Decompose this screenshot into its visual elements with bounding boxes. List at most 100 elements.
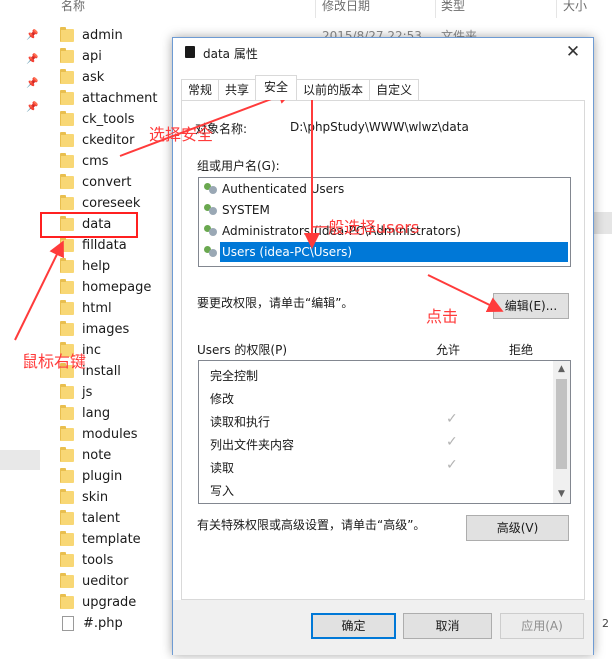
file-name: lang (82, 406, 111, 421)
column-divider (315, 0, 316, 18)
group-item[interactable]: Authenticated Users (203, 179, 344, 199)
tab-sharing[interactable]: 共享 (218, 79, 257, 100)
folder-icon (60, 153, 74, 168)
pin-icon[interactable]: 📌 (26, 54, 38, 66)
file-name: help (82, 259, 111, 274)
folder-icon (60, 27, 74, 42)
deny-column-header: 拒绝 (509, 343, 534, 357)
folder-icon (60, 237, 74, 252)
pin-icon[interactable]: 📌 (26, 78, 38, 90)
group-name: Authenticated Users (222, 182, 345, 196)
tab-security[interactable]: 安全 (255, 75, 298, 100)
file-name: skin (82, 490, 109, 505)
close-button[interactable]: ✕ (561, 41, 585, 63)
users-icon (203, 203, 219, 217)
scroll-thumb[interactable] (556, 379, 567, 469)
group-name: SYSTEM (222, 203, 270, 217)
file-name: upgrade (82, 595, 137, 610)
file-name: attachment (82, 91, 158, 106)
ok-button[interactable]: 确定 (311, 613, 396, 639)
change-permissions-note: 要更改权限，请单击“编辑”。 (197, 296, 354, 310)
folder-icon (60, 447, 74, 462)
file-name: note (82, 448, 112, 463)
tab-bar: 常规 共享 安全 以前的版本 自定义 (181, 75, 420, 101)
file-name: images (82, 322, 130, 337)
folder-icon (60, 174, 74, 189)
file-name: api (82, 49, 102, 64)
file-name: coreseek (82, 196, 141, 211)
pin-icon[interactable]: 📌 (26, 102, 38, 114)
highlight-box-data-folder (40, 212, 138, 238)
annotation-right-click: 鼠标右键 (22, 352, 87, 371)
folder-icon (60, 489, 74, 504)
file-name: ask (82, 70, 105, 85)
folder-icon (60, 279, 74, 294)
group-item[interactable]: SYSTEM (203, 200, 270, 220)
folder-icon (60, 531, 74, 546)
permission-name: 列出文件夹内容 (210, 438, 295, 452)
file-name: homepage (82, 280, 152, 295)
folder-icon (60, 111, 74, 126)
column-modified-header[interactable]: 修改日期 (322, 0, 370, 14)
column-type-header[interactable]: 类型 (441, 0, 465, 14)
file-name: talent (82, 511, 121, 526)
permission-scrollbar[interactable]: ▲ ▼ (553, 361, 570, 503)
folder-icon (185, 46, 195, 58)
file-name: #.php (83, 616, 123, 631)
group-list-label: 组或用户名(G): (197, 159, 280, 173)
tab-general[interactable]: 常规 (181, 79, 220, 100)
annotation-select-security: 选择安全 (149, 125, 214, 144)
file-name: tools (82, 553, 114, 568)
folder-icon (60, 552, 74, 567)
scroll-up-icon[interactable]: ▲ (553, 361, 570, 378)
folder-icon (60, 48, 74, 63)
folder-icon (60, 510, 74, 525)
file-name: modules (82, 427, 138, 442)
folder-icon (60, 321, 74, 336)
close-icon: ✕ (565, 42, 581, 62)
folder-icon (60, 384, 74, 399)
file-name: admin (82, 28, 123, 43)
dialog-title-bar[interactable]: data 属性 ✕ (173, 38, 593, 68)
allow-column-header: 允许 (436, 343, 461, 357)
allow-check-icon: ✓ (446, 434, 458, 450)
file-name: js (82, 385, 93, 400)
folder-icon (60, 573, 74, 588)
folder-icon (60, 405, 74, 420)
allow-check-icon: ✓ (446, 411, 458, 427)
permissions-label: Users 的权限(P) (197, 343, 288, 357)
permission-list[interactable]: 完全控制 修改 读取和执行 ✓ 列出文件夹内容 ✓ 读取 ✓ 写入 ▲ ▼ (198, 360, 571, 504)
apply-button[interactable]: 应用(A) (500, 613, 584, 639)
file-name: cms (82, 154, 109, 169)
column-size-header[interactable]: 大小 (563, 0, 587, 14)
column-name-header[interactable]: 名称 (61, 0, 85, 14)
nav-pane-selection (0, 450, 40, 470)
group-item-selected[interactable]: Users (idea-PC\Users) (203, 242, 568, 262)
folder-icon (60, 594, 74, 609)
pin-icon[interactable]: 📌 (26, 30, 38, 42)
permission-name: 写入 (210, 484, 235, 498)
permission-name: 读取和执行 (210, 415, 271, 429)
cancel-button[interactable]: 取消 (403, 613, 492, 639)
edit-button[interactable]: 编辑(E)... (493, 293, 569, 319)
tab-previous-versions[interactable]: 以前的版本 (296, 79, 371, 100)
folder-icon (60, 258, 74, 273)
file-icon (62, 616, 74, 631)
users-icon (203, 245, 219, 259)
folder-icon (60, 426, 74, 441)
file-name: convert (82, 175, 132, 190)
group-name: Users (idea-PC\Users) (222, 245, 353, 259)
file-name: ck_tools (82, 112, 135, 127)
annotation-click: 点击 (426, 307, 459, 326)
permission-name: 完全控制 (210, 369, 259, 383)
advanced-note: 有关特殊权限或高级设置，请单击“高级”。 (197, 518, 426, 532)
users-icon (203, 224, 219, 238)
permission-name: 修改 (210, 392, 235, 406)
scroll-down-icon[interactable]: ▼ (553, 486, 570, 503)
tab-customize[interactable]: 自定义 (369, 79, 420, 100)
properties-dialog: data 属性 ✕ 常规 共享 安全 以前的版本 自定义 对象名称: D:\ph… (172, 37, 594, 655)
folder-icon (60, 69, 74, 84)
folder-icon (60, 90, 74, 105)
advanced-button[interactable]: 高级(V) (466, 515, 569, 541)
file-name: plugin (82, 469, 123, 484)
